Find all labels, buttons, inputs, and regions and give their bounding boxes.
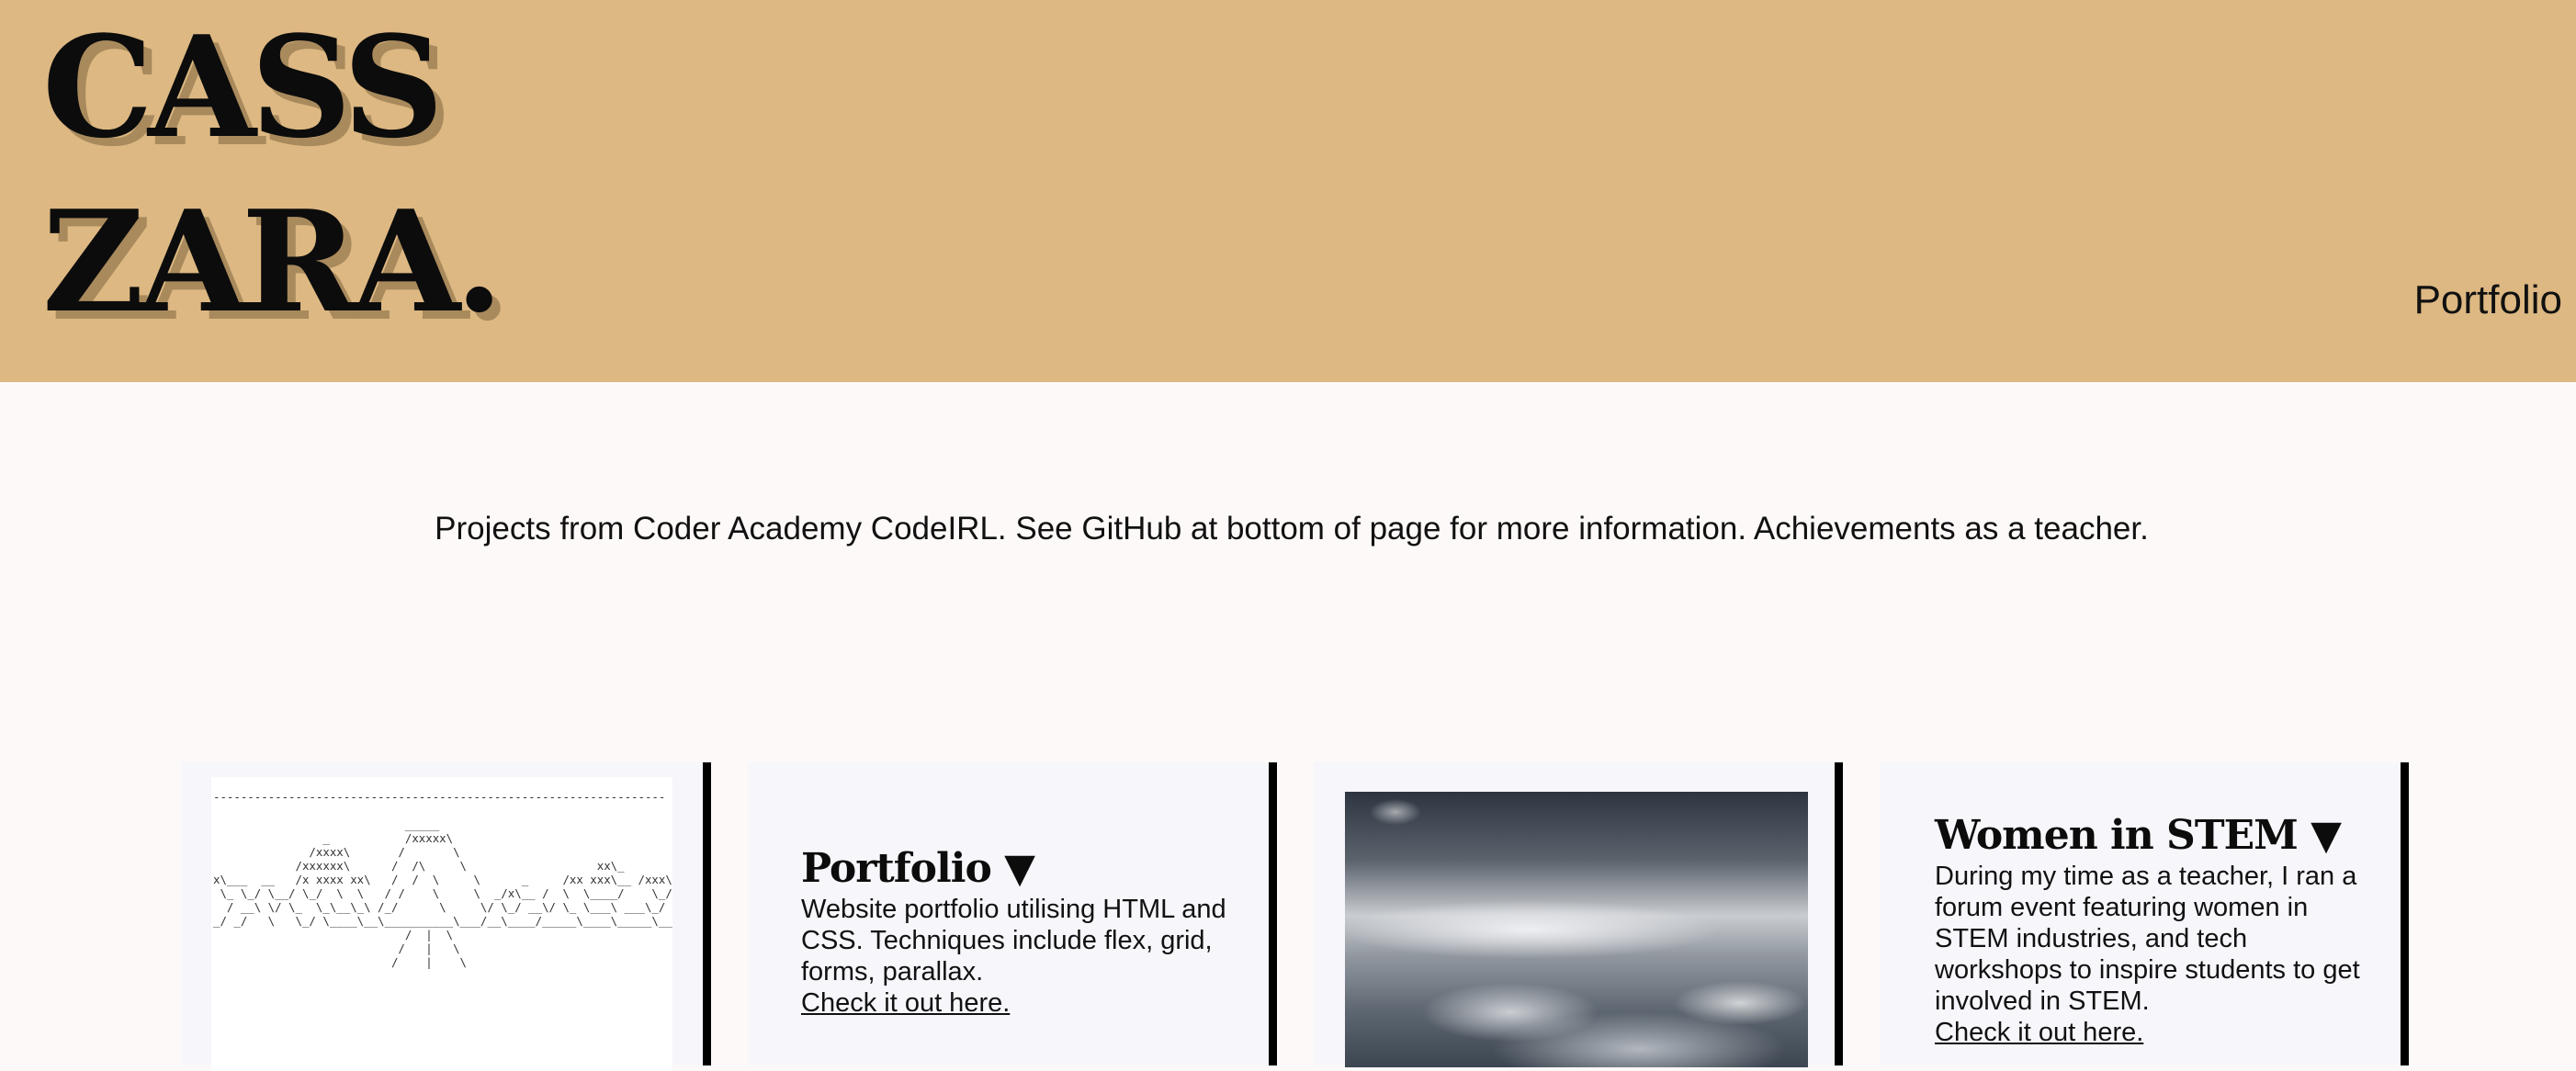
- brand-line-2: ZARA.: [42, 179, 503, 344]
- nav-link-portfolio[interactable]: Portfolio: [2414, 277, 2562, 323]
- card-text-women-in-stem: Women in STEM ▼ During my time as a teac…: [1935, 812, 2367, 1048]
- card-link-portfolio[interactable]: Check it out here.: [801, 987, 1233, 1019]
- ascii-art-image[interactable]: ----------------------------------------…: [211, 777, 672, 1071]
- card-title-women-in-stem[interactable]: Women in STEM ▼: [1935, 812, 2367, 859]
- project-card-portfolio: Portfolio ▼ Website portfolio utilising …: [748, 762, 1277, 1065]
- ascii-art-text: ----------------------------------------…: [213, 790, 672, 969]
- card-body-women-in-stem: During my time as a teacher, I ran a for…: [1935, 862, 2360, 1016]
- site-logo[interactable]: CASS ZARA.: [42, 0, 503, 349]
- card-title-portfolio[interactable]: Portfolio ▼: [801, 845, 1233, 892]
- cloudy-sky-image[interactable]: [1345, 792, 1808, 1067]
- site-header: CASS ZARA. Portfolio: [0, 0, 2576, 382]
- card-text-portfolio: Portfolio ▼ Website portfolio utilising …: [801, 845, 1233, 1019]
- project-card-ascii: ----------------------------------------…: [182, 762, 711, 1071]
- intro-text: Projects from Coder Academy CodeIRL. See…: [435, 511, 2149, 547]
- card-link-women-in-stem[interactable]: Check it out here.: [1935, 1017, 2367, 1048]
- project-card-women-in-stem: Women in STEM ▼ During my time as a teac…: [1880, 762, 2409, 1065]
- project-card-sky: [1314, 762, 1843, 1067]
- card-body-portfolio: Website portfolio utilising HTML and CSS…: [801, 895, 1226, 986]
- brand-line-1: CASS: [42, 5, 444, 169]
